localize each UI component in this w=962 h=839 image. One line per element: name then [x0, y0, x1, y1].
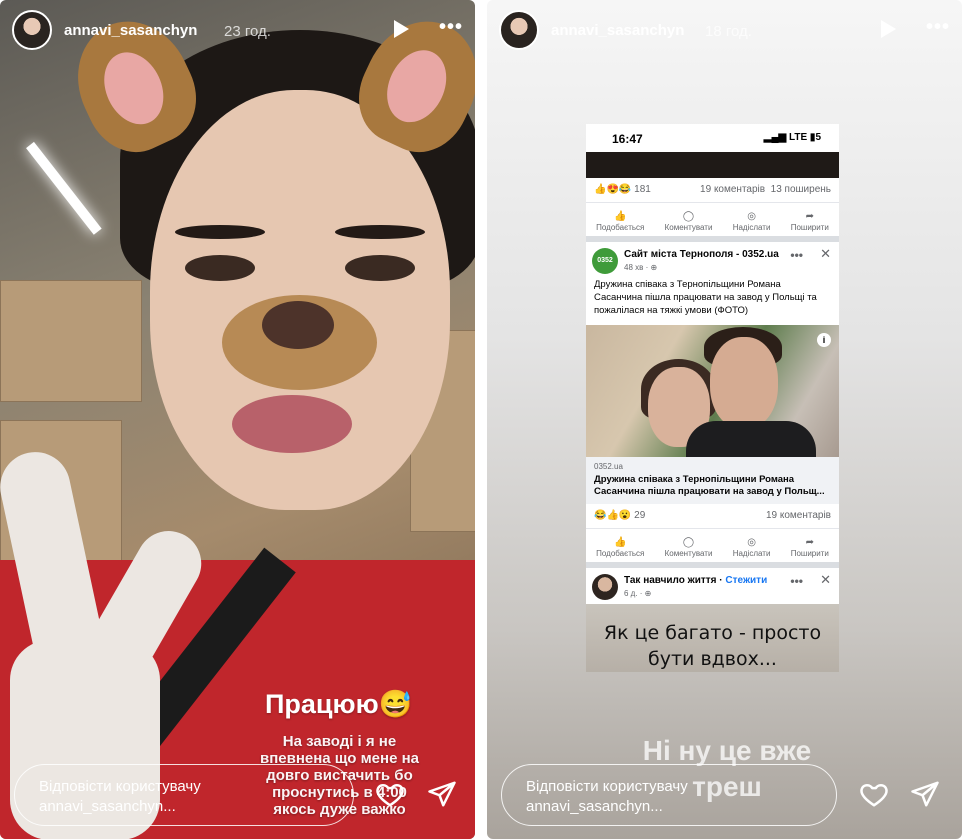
- link-title: Дружина співака з Тернопільщини Романа: [594, 474, 795, 485]
- reply-input[interactable]: Відповісти користувачу annavi_sasanchyn.…: [501, 764, 837, 826]
- username[interactable]: annavi_sasanchyn: [551, 22, 684, 39]
- post-2: 0352 Сайт міста Тернополя - 0352.ua 48 х…: [586, 242, 839, 562]
- brow-left: [175, 225, 265, 239]
- quote-line: бути вдвох...: [648, 648, 777, 670]
- post-time: 18 год.: [705, 23, 752, 40]
- quote-image: Як це багато - просто бути вдвох...: [586, 604, 839, 672]
- page-name: Сайт міста Тернополя - 0352.ua: [624, 249, 779, 260]
- previous-post-image: [586, 152, 839, 178]
- post-meta: 6 д. · ⊕: [624, 589, 652, 598]
- play-icon[interactable]: [394, 20, 409, 38]
- status-signal: ▂▄▆ LTE ▮5: [763, 132, 821, 143]
- eye-right: [345, 255, 415, 281]
- story-2[interactable]: annavi_sasanchyn 18 год. ••• 16:47 ▂▄▆ L…: [487, 0, 962, 839]
- facebook-screenshot: 16:47 ▂▄▆ LTE ▮5 👍😍😂 181 19 коментарів 1…: [586, 124, 839, 672]
- comment-action: ◯ Коментувати: [664, 211, 713, 232]
- post-meta: 48 хв · ⊕: [624, 263, 658, 272]
- reaction-count: 😂👍😮 29: [594, 510, 646, 521]
- share-icon: ➦: [805, 211, 814, 222]
- reply-input[interactable]: Відповісти користувачу annavi_sasanchyn.…: [14, 764, 354, 826]
- status-clock: 16:47: [612, 132, 643, 146]
- like-action: 👍 Подобається: [596, 537, 645, 558]
- avatar[interactable]: [12, 10, 52, 50]
- eye-left: [185, 255, 255, 281]
- comments-count: 19 коментарів: [765, 510, 831, 521]
- heart-icon[interactable]: [858, 779, 890, 809]
- post-3: Так навчило життя · Стежити 6 д. · ⊕ •••…: [586, 568, 839, 672]
- ceiling-light: [26, 141, 102, 235]
- comments-shares: 19 коментарів 13 поширень: [700, 184, 831, 195]
- messenger-icon: ◎: [747, 537, 756, 548]
- story-header: annavi_sasanchyn 23 год. •••: [12, 10, 463, 54]
- post-text: Дружина співака з Тернопільщини Романа С…: [594, 279, 817, 316]
- send-icon[interactable]: [427, 779, 457, 809]
- send-icon[interactable]: [910, 779, 940, 809]
- avatar[interactable]: [499, 10, 539, 50]
- page-logo: 0352: [592, 248, 618, 274]
- link-title: Сасанчина пішла працювати на завод у Пол…: [594, 486, 825, 497]
- share-action: ➦ Поширити: [790, 537, 829, 558]
- like-action: 👍 Подобається: [596, 211, 645, 232]
- send-action: ◎ Надіслати: [732, 537, 771, 558]
- comment-icon: ◯: [682, 537, 695, 548]
- warehouse-box: [0, 280, 142, 402]
- post-photo: i: [586, 325, 839, 457]
- link-domain: 0352.ua: [594, 462, 623, 471]
- heart-icon[interactable]: [374, 779, 406, 809]
- more-icon: •••: [790, 248, 803, 262]
- post-actions: 👍 Подобається ◯ Коментувати ◎ Надіслати ➦ По…: [586, 202, 839, 236]
- link-preview: 0352.ua Дружина співака з Тернопільщини …: [586, 457, 839, 504]
- more-icon[interactable]: •••: [439, 16, 463, 39]
- post-time: 23 год.: [224, 23, 271, 40]
- username[interactable]: annavi_sasanchyn: [64, 22, 197, 39]
- share-icon: ➦: [805, 537, 814, 548]
- like-icon: 👍: [614, 211, 627, 222]
- story-caption-title: Працюю😅: [265, 689, 413, 719]
- quote-line: Як це багато - просто: [603, 622, 822, 644]
- play-icon[interactable]: [881, 20, 896, 38]
- comment-action: ◯ Коментувати: [664, 537, 713, 558]
- comment-icon: ◯: [682, 211, 695, 222]
- phone-status-bar: 16:47 ▂▄▆ LTE ▮5: [586, 124, 839, 152]
- lips: [232, 395, 352, 453]
- info-icon: i: [817, 333, 831, 347]
- dog-nose: [222, 295, 377, 390]
- follow-link: Стежити: [725, 575, 768, 586]
- like-icon: 👍: [614, 537, 627, 548]
- send-action: ◎ Надіслати: [732, 211, 771, 232]
- page-name: Так навчило життя: [624, 575, 717, 586]
- brow-right: [335, 225, 425, 239]
- story-header: annavi_sasanchyn 18 год. •••: [499, 10, 950, 54]
- messenger-icon: ◎: [747, 211, 756, 222]
- post-1-footer: 👍😍😂 181 19 коментарів 13 поширень 👍 Подоб…: [586, 178, 839, 236]
- more-icon[interactable]: •••: [926, 16, 950, 39]
- share-action: ➦ Поширити: [790, 211, 829, 232]
- post-actions: 👍 Подобається ◯ Коментувати ◎ Надіслати ➦ По…: [586, 528, 839, 562]
- reaction-count: 👍😍😂 181: [594, 184, 651, 195]
- story-1[interactable]: annavi_sasanchyn 23 год. ••• Працюю😅 На …: [0, 0, 475, 839]
- close-icon: ✕: [820, 246, 831, 261]
- close-icon: ✕: [820, 572, 831, 587]
- more-icon: •••: [790, 574, 803, 588]
- avatar: [592, 574, 618, 600]
